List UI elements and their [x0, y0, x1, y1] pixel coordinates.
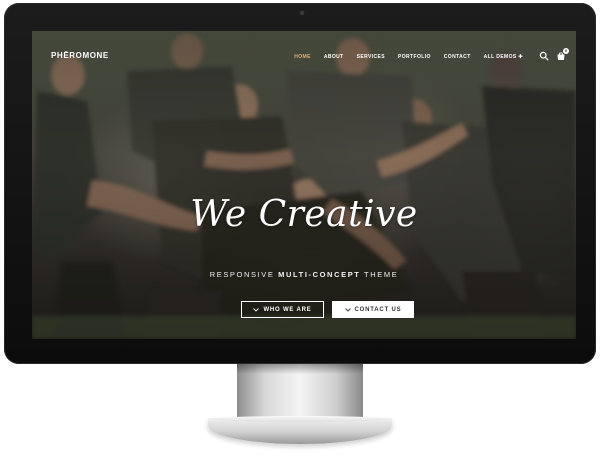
hero-subtitle: RESPONSIVE MULTI-CONCEPT THEME	[32, 270, 576, 279]
chevron-down-icon	[344, 307, 351, 312]
stand-base-top	[212, 416, 388, 422]
hero-subtitle-pre: RESPONSIVE	[209, 270, 275, 279]
nav-item-home[interactable]: HOME	[294, 54, 311, 60]
nav-item-contact[interactable]: CONTACT	[444, 54, 471, 60]
stand-shadow	[237, 364, 363, 374]
website-screen: PHĒROMONE HOME ABOUT SERVICES PORTFOLIO …	[32, 31, 576, 339]
cart-count-badge: 0	[563, 48, 569, 54]
who-we-are-button[interactable]: WHO WE ARE	[241, 301, 324, 318]
chevron-down-icon	[253, 307, 260, 312]
site-logo[interactable]: PHĒROMONE	[51, 51, 109, 60]
nav-item-all-demos[interactable]: ALL DEMOS ✚	[484, 54, 523, 60]
hero-subtitle-post: THEME	[364, 270, 399, 279]
nav-item-services[interactable]: SERVICES	[357, 54, 385, 60]
main-menu: HOME ABOUT SERVICES PORTFOLIO CONTACT AL…	[294, 54, 523, 60]
nav-item-portfolio[interactable]: PORTFOLIO	[398, 54, 431, 60]
webcam-dot	[300, 11, 304, 15]
contact-us-button[interactable]: CONTACT US	[332, 301, 414, 318]
hero-subtitle-bold: MULTI-CONCEPT	[278, 270, 361, 279]
search-icon[interactable]	[539, 51, 549, 61]
hero-title: We Creative	[190, 194, 418, 235]
monitor-bezel: PHĒROMONE HOME ABOUT SERVICES PORTFOLIO …	[4, 3, 596, 364]
nav-item-about[interactable]: ABOUT	[324, 54, 344, 60]
who-we-are-label: WHO WE ARE	[263, 306, 312, 313]
contact-us-label: CONTACT US	[354, 306, 402, 313]
top-navigation: PHĒROMONE HOME ABOUT SERVICES PORTFOLIO …	[32, 31, 576, 79]
